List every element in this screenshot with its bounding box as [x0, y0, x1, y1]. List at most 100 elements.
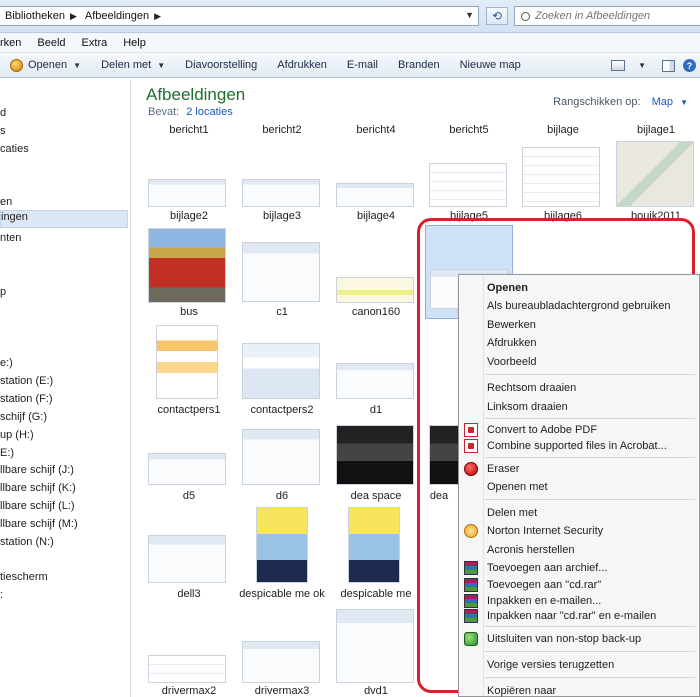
chevron-right-icon[interactable]: ▶: [70, 11, 77, 22]
nav-item[interactable]: caties: [0, 143, 29, 155]
file-thumbnail[interactable]: [242, 343, 320, 399]
nav-item[interactable]: p: [0, 286, 6, 298]
chevron-right-icon[interactable]: ▶: [154, 11, 161, 22]
search-input[interactable]: [535, 10, 695, 22]
share-button[interactable]: Delen met ▼: [91, 53, 175, 78]
menu-item-rotate-left[interactable]: Linksom draaien: [459, 397, 699, 417]
file-item-label[interactable]: despicable me ok: [237, 588, 327, 600]
breadcrumb-pictures[interactable]: Afbeeldingen: [85, 10, 149, 22]
nav-item[interactable]: up (H:): [0, 429, 34, 441]
nav-item[interactable]: llbare schijf (L:): [0, 500, 75, 512]
nav-item[interactable]: s: [0, 125, 6, 137]
file-thumbnail[interactable]: [148, 655, 226, 683]
file-item-label[interactable]: contactpers2: [237, 404, 327, 416]
menu-item-rotate-right[interactable]: Rechtsom draaien: [459, 378, 699, 398]
file-thumbnail[interactable]: [256, 507, 308, 583]
search-box[interactable]: [514, 6, 700, 26]
nav-item[interactable]: :: [0, 589, 3, 601]
file-thumbnail[interactable]: [616, 141, 694, 207]
menu-item-combine-acrobat[interactable]: Combine supported files in Acrobat...: [459, 436, 699, 456]
menu-help[interactable]: Help: [115, 37, 154, 49]
menu-tools[interactable]: Extra: [74, 37, 116, 49]
file-thumbnail[interactable]: [242, 641, 320, 683]
help-icon[interactable]: ?: [683, 59, 696, 72]
file-thumbnail[interactable]: [336, 609, 414, 683]
chevron-down-icon[interactable]: ▼: [680, 98, 688, 107]
file-item-label[interactable]: bus: [144, 306, 234, 318]
file-item-label[interactable]: d1: [331, 404, 421, 416]
menu-item-share-with[interactable]: Delen met: [459, 503, 699, 523]
file-item-label[interactable]: dell3: [144, 588, 234, 600]
menu-item-eraser[interactable]: Eraser: [459, 459, 699, 479]
file-item-label[interactable]: drivermax2: [144, 685, 234, 697]
open-button[interactable]: Openen ▼: [0, 53, 91, 78]
menu-item-compress-cd-rar-email[interactable]: Inpakken naar "cd.rar" en e-mailen: [459, 606, 699, 626]
file-item-label[interactable]: bijlage1: [611, 124, 700, 136]
nav-item[interactable]: schijf (G:): [0, 411, 47, 423]
file-thumbnail[interactable]: [156, 325, 218, 399]
nav-item[interactable]: d: [0, 107, 6, 119]
file-item-label[interactable]: bericht2: [237, 124, 327, 136]
file-thumbnail[interactable]: [429, 163, 507, 207]
nav-item[interactable]: nten: [0, 232, 21, 244]
file-thumbnail[interactable]: [336, 425, 414, 485]
file-thumbnail[interactable]: [242, 179, 320, 207]
file-item-label[interactable]: d6: [237, 490, 327, 502]
file-item-label[interactable]: bijlage4: [331, 210, 421, 222]
menu-item-open[interactable]: Openen: [459, 278, 699, 298]
file-item-label[interactable]: c1: [237, 306, 327, 318]
change-view-icon[interactable]: [611, 60, 626, 71]
arrange-by-dropdown[interactable]: Map: [652, 96, 673, 108]
menu-view[interactable]: Beeld: [29, 37, 73, 49]
nav-item-pictures[interactable]: ingen: [0, 210, 128, 228]
file-item-label[interactable]: drivermax3: [237, 685, 327, 697]
breadcrumb[interactable]: Bibliotheken ▶ Afbeeldingen ▶ ▼: [0, 6, 479, 26]
menu-item-acronis[interactable]: Acronis herstellen: [459, 540, 699, 560]
nav-item[interactable]: llbare schijf (K:): [0, 482, 76, 494]
menu-item-restore-versions[interactable]: Vorige versies terugzetten: [459, 655, 699, 675]
file-item-label[interactable]: despicable me: [331, 588, 421, 600]
nav-item[interactable]: en: [0, 196, 12, 208]
slideshow-button[interactable]: Diavoorstelling: [175, 53, 267, 78]
new-folder-button[interactable]: Nieuwe map: [450, 53, 531, 78]
burn-button[interactable]: Branden: [388, 53, 450, 78]
file-item-label[interactable]: bericht4: [331, 124, 421, 136]
nav-item[interactable]: e:): [0, 357, 13, 369]
file-item-label[interactable]: bijlage3: [237, 210, 327, 222]
email-button[interactable]: E-mail: [337, 53, 388, 78]
nav-item[interactable]: station (F:): [0, 393, 53, 405]
menu-item-print[interactable]: Afdrukken: [459, 333, 699, 353]
file-item-label[interactable]: bericht1: [144, 124, 234, 136]
print-button[interactable]: Afdrukken: [267, 53, 337, 78]
breadcrumb-libraries[interactable]: Bibliotheken: [5, 10, 65, 22]
file-thumbnail[interactable]: [336, 277, 414, 303]
file-item-label[interactable]: dvd1: [331, 685, 421, 697]
file-thumbnail[interactable]: [148, 535, 226, 583]
chevron-down-icon[interactable]: ▼: [465, 10, 474, 20]
menu-item-set-wallpaper[interactable]: Als bureaubladachtergrond gebruiken: [459, 296, 699, 316]
file-thumbnail[interactable]: [348, 507, 400, 583]
preview-pane-icon[interactable]: [662, 59, 675, 72]
file-item-label[interactable]: bijlage2: [144, 210, 234, 222]
menu-item-norton[interactable]: Norton Internet Security: [459, 521, 699, 541]
refresh-button[interactable]: ⟲: [486, 7, 508, 25]
file-thumbnail[interactable]: [148, 453, 226, 485]
file-thumbnail[interactable]: [148, 228, 226, 303]
chevron-down-icon[interactable]: ▼: [638, 61, 646, 70]
file-thumbnail[interactable]: [336, 363, 414, 399]
file-item-label[interactable]: dea space: [331, 490, 421, 502]
menu-edit[interactable]: rken: [0, 37, 29, 49]
file-item-label[interactable]: contactpers1: [144, 404, 234, 416]
file-thumbnail[interactable]: [148, 179, 226, 207]
file-item-label[interactable]: canon160: [331, 306, 421, 318]
file-thumbnail[interactable]: [242, 429, 320, 485]
nav-item[interactable]: llbare schijf (M:): [0, 518, 78, 530]
menu-item-preview[interactable]: Voorbeeld: [459, 352, 699, 372]
nav-item[interactable]: station (E:): [0, 375, 53, 387]
menu-item-exclude-backup[interactable]: Uitsluiten van non-stop back-up: [459, 629, 699, 649]
file-item-label[interactable]: bijlage: [518, 124, 608, 136]
menu-item-open-with[interactable]: Openen met: [459, 477, 699, 497]
file-thumbnail[interactable]: [522, 147, 600, 207]
nav-item[interactable]: E:): [0, 447, 14, 459]
nav-item[interactable]: llbare schijf (J:): [0, 464, 74, 476]
